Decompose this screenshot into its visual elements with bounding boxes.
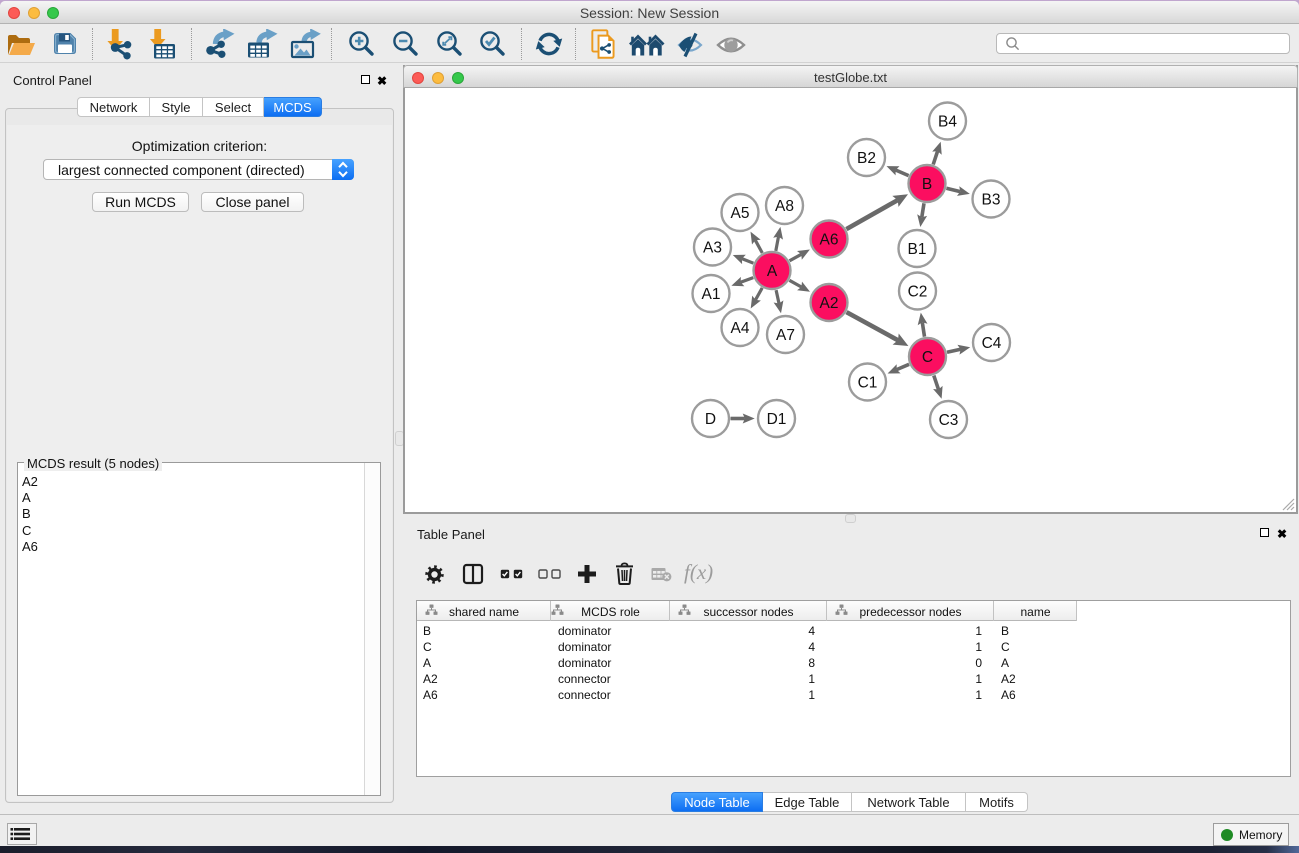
svg-text:C: C xyxy=(922,349,933,366)
svg-text:C1: C1 xyxy=(858,374,878,391)
svg-text:B3: B3 xyxy=(982,191,1001,208)
svg-text:D1: D1 xyxy=(767,411,787,428)
svg-text:A1: A1 xyxy=(702,286,721,303)
svg-text:B2: B2 xyxy=(857,150,876,167)
svg-text:A4: A4 xyxy=(731,320,750,337)
svg-text:B1: B1 xyxy=(908,241,927,258)
svg-text:B4: B4 xyxy=(938,113,957,130)
svg-text:A: A xyxy=(767,263,778,280)
svg-text:C2: C2 xyxy=(908,283,928,300)
svg-text:C3: C3 xyxy=(939,412,959,429)
svg-text:A6: A6 xyxy=(820,231,839,248)
svg-text:A3: A3 xyxy=(703,239,722,256)
svg-text:A2: A2 xyxy=(820,295,839,312)
svg-text:B: B xyxy=(922,176,932,193)
svg-text:A7: A7 xyxy=(776,327,795,344)
svg-text:C4: C4 xyxy=(982,335,1002,352)
svg-text:A5: A5 xyxy=(731,205,750,222)
svg-text:D: D xyxy=(705,411,716,428)
svg-text:A8: A8 xyxy=(775,198,794,215)
